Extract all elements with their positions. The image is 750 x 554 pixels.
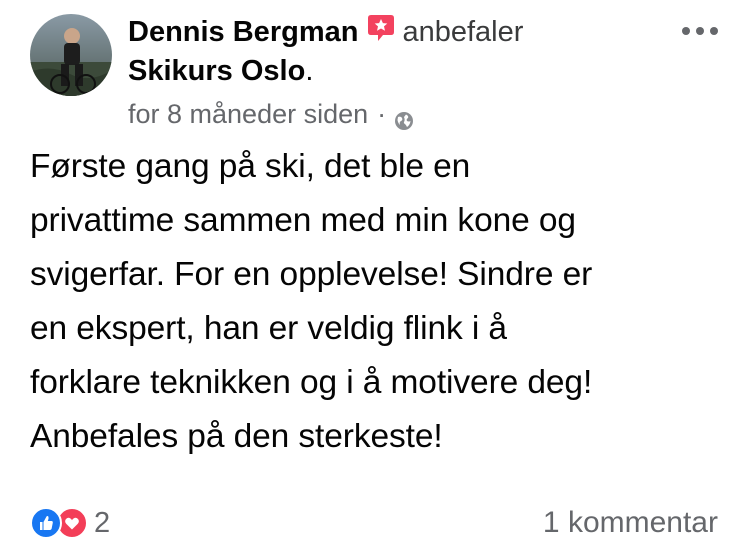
page-name-period: . (305, 55, 314, 87)
post-timestamp[interactable]: for 8 måneder siden (128, 96, 368, 132)
post-body-text: Første gang på ski, det ble en privattim… (30, 148, 593, 455)
more-options-button[interactable] (682, 22, 718, 40)
recommended-page-line: Skikurs Oslo. (128, 52, 313, 90)
meta-separator: · (377, 99, 387, 129)
comments-count-link[interactable]: 1 kommentar (543, 506, 718, 540)
author-name[interactable]: Dennis Bergman (128, 12, 358, 52)
recommend-verb: anbefaler (402, 16, 524, 48)
more-dot-icon (682, 27, 690, 35)
globe-icon[interactable] (394, 104, 414, 130)
recommend-badge-icon (366, 13, 396, 43)
post-meta: for 8 måneder siden · (128, 96, 414, 132)
recommendation-post: Dennis Bergman anbefaler Skikurs Oslo. f… (0, 0, 750, 554)
more-dot-icon (696, 27, 704, 35)
avatar-photo (30, 14, 112, 96)
more-dot-icon (710, 27, 718, 35)
reactions-summary[interactable]: 2 (30, 506, 110, 540)
reaction-icons (30, 506, 90, 540)
post-header: Dennis Bergman anbefaler (128, 12, 523, 52)
like-icon (30, 507, 62, 539)
avatar[interactable] (30, 14, 112, 96)
post-footer: 2 1 kommentar (30, 500, 718, 546)
reaction-count: 2 (94, 506, 111, 539)
page-name-link[interactable]: Skikurs Oslo (128, 55, 305, 87)
